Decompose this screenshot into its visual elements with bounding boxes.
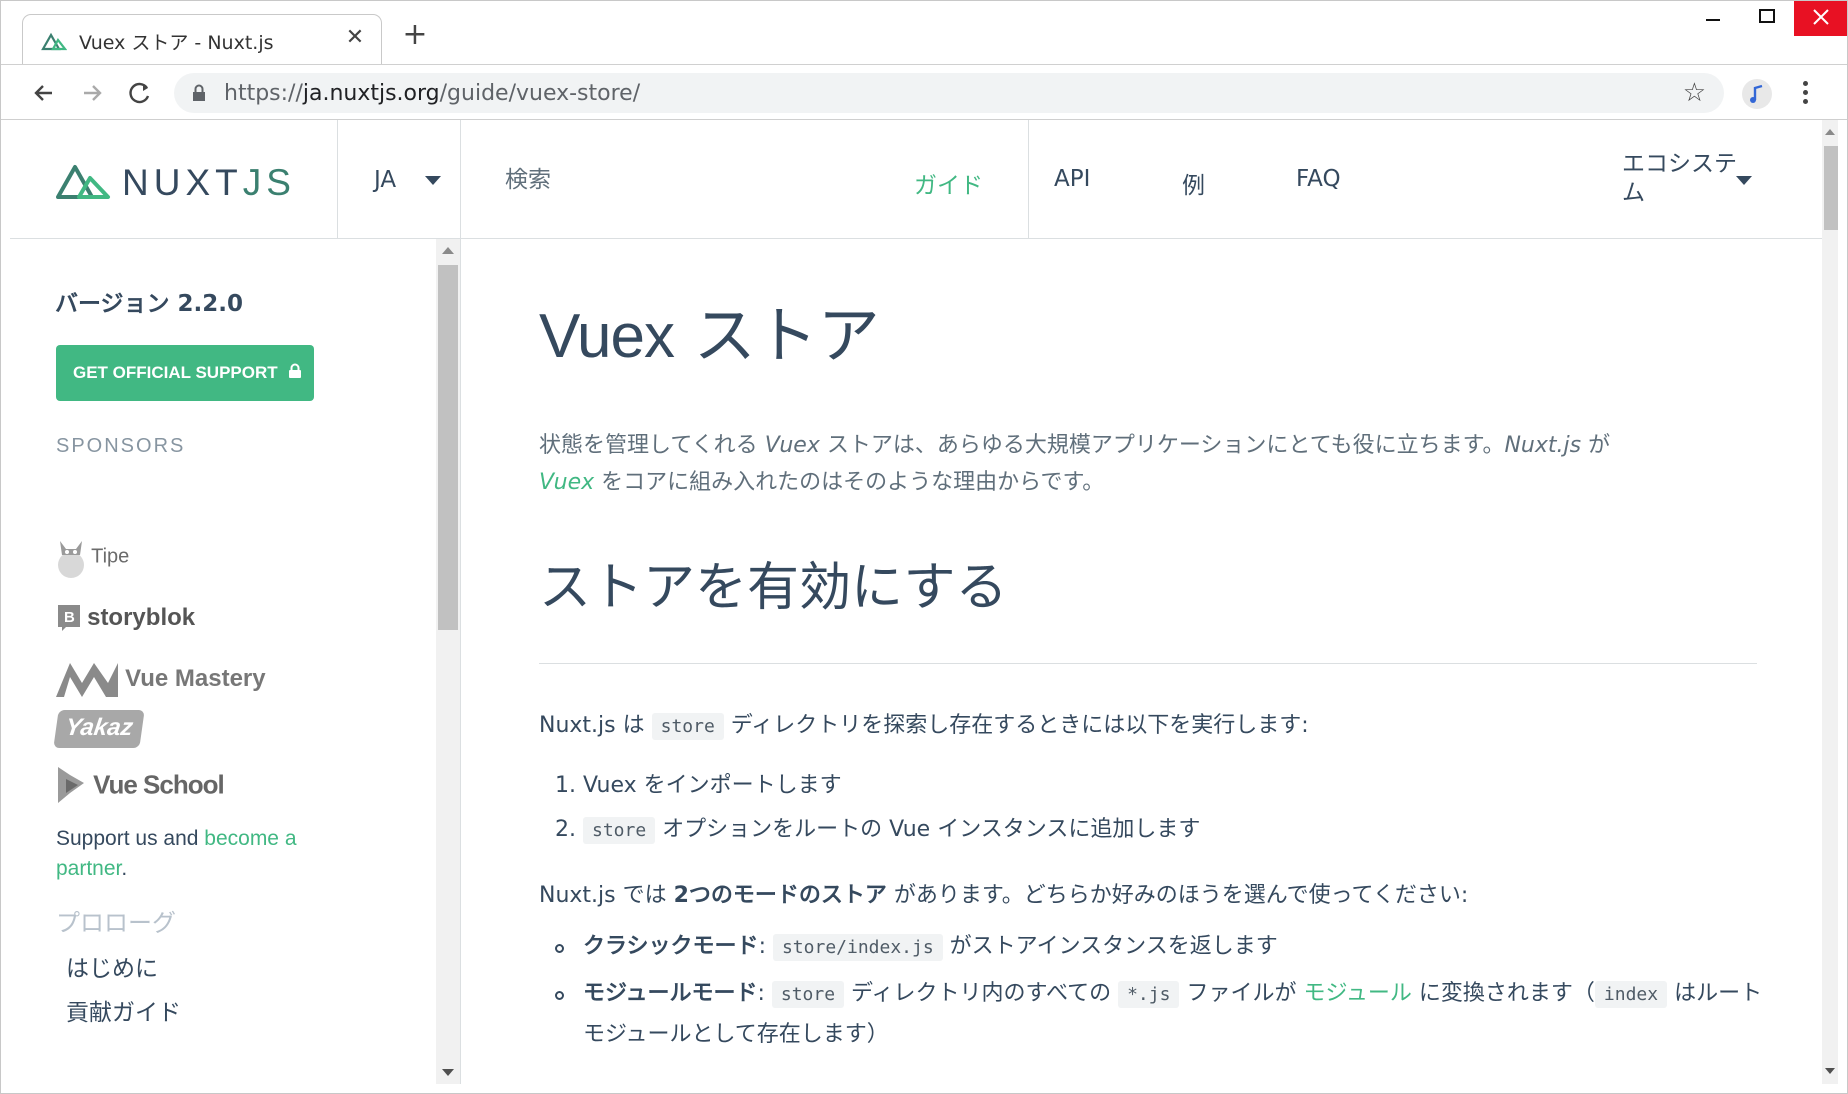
sidebar-item-contribution-guide[interactable]: 貢献ガイド [66,993,181,1027]
sidebar-scroll-thumb[interactable] [438,265,458,630]
list-item-classic-mode: クラシックモード: store/index.js がストアインスタンスを返します [583,934,1278,961]
scroll-down-icon[interactable] [1825,1068,1835,1074]
svg-text:B: B [64,609,75,626]
sponsor-vue-mastery[interactable]: Vue Mastery [56,659,266,699]
vue-mastery-logo-icon [56,663,118,697]
page-title: Vuex ストア [539,299,880,372]
support-button-label: GET OFFICIAL SUPPORT [73,363,278,382]
module-link[interactable]: モジュール [1303,981,1411,1006]
nav-guide[interactable]: ガイド [914,166,983,200]
language-selector[interactable]: JA [338,120,461,239]
page-scroll-thumb[interactable] [1824,146,1838,230]
modes-paragraph: Nuxt.js では 2つのモードのストア があります。どちらか好みのほうを選ん… [539,883,1469,908]
browser-menu-icon[interactable] [1795,77,1815,109]
store-paragraph: Nuxt.js は store ディレクトリを探索し存在するときには以下を実行し… [539,713,1309,740]
scroll-up-icon[interactable] [442,247,454,254]
url-text: https://ja.nuxtjs.org/guide/vuex-store/ [224,81,641,106]
version-label: バージョン 2.2.0 [55,291,244,317]
sponsor-vue-school[interactable]: Vue School [56,765,225,805]
inline-code: index [1594,981,1668,1008]
extension-music-icon[interactable] [1742,79,1772,109]
divider [539,663,1757,664]
intro-paragraph: 状態を管理してくれる Vuex ストアは、あらゆる大規模アプリケーションにとても… [539,433,1611,495]
vuex-link[interactable]: Vuex [539,470,594,495]
sponsor-name: Tipe [91,545,130,568]
browser-tab[interactable]: Vuex ストア - Nuxt.js ✕ [22,14,382,64]
inline-code: store [583,817,656,844]
sponsor-name: storyblok [87,604,196,631]
sponsor-storyblok[interactable]: B storyblok [56,603,195,633]
minimize-button[interactable] [1686,0,1740,36]
lock-icon [193,84,205,101]
sponsors-heading: SPONSORS [56,435,186,457]
close-window-button[interactable] [1794,0,1848,36]
language-label: JA [374,167,397,193]
sidebar-item-introduction[interactable]: はじめに [66,949,158,983]
sponsor-tipe[interactable]: Tipe [56,535,129,579]
forward-button[interactable] [74,75,110,111]
nuxt-favicon-icon [41,32,67,51]
section-heading: ストアを有効にする [539,558,1008,618]
reload-button[interactable] [122,75,158,111]
list-item-module-mode: モジュールモード: store ディレクトリ内のすべての *.js ファイルが … [583,981,1763,1047]
scroll-up-icon[interactable] [1825,129,1835,135]
nav-api[interactable]: API [1054,166,1090,192]
maximize-button[interactable] [1740,0,1794,36]
sponsor-yakaz[interactable]: Yakaz [53,710,145,748]
page-scrollbar[interactable] [1822,120,1838,1084]
lock-icon [289,363,302,378]
forward-arrow-icon [84,85,102,101]
bookmark-star-icon[interactable]: ☆ [1683,78,1706,108]
list-item: 1. Vuex をインポートします [555,773,842,798]
support-text-end: . [121,857,128,880]
close-icon [1813,9,1829,25]
address-bar[interactable]: https://ja.nuxtjs.org/guide/vuex-store/ … [174,73,1724,113]
list-item: 2. store オプションをルートの Vue インスタンスに追加します [555,817,1201,844]
close-tab-icon[interactable]: ✕ [343,25,367,50]
browser-tab-strip: Vuex ストア - Nuxt.js ✕ + [0,0,1848,64]
back-button[interactable] [26,75,62,111]
support-text-label: Support us and [56,827,205,850]
bullet-icon [555,991,564,1000]
maximize-icon [1759,9,1775,23]
browser-toolbar: https://ja.nuxtjs.org/guide/vuex-store/ … [0,64,1848,120]
web-page: NUXTJS JA ガイド API 例 FAQ エコシステム バージョン 2.2… [10,120,1838,1084]
nuxt-logo-icon [56,165,110,199]
support-us-text: Support us and become a partner. [56,824,356,884]
nav-faq[interactable]: FAQ [1296,166,1341,192]
logo-text: NUXTJS [122,162,296,203]
scroll-down-icon[interactable] [442,1069,454,1076]
inline-code: *.js [1118,981,1180,1008]
sidebar: バージョン 2.2.0 GET OFFICIAL SUPPORT SPONSOR… [10,239,461,1084]
nav-ecosystem[interactable]: エコシステム [1622,150,1752,208]
sidebar-section-prologue: プロローグ [56,909,176,937]
storyblok-logo-icon: B [58,605,80,631]
minimize-icon [1706,19,1720,21]
nav-examples[interactable]: 例 [1182,166,1205,200]
logo-link[interactable]: NUXTJS [10,120,338,239]
sponsor-name: Vue Mastery [125,665,266,692]
sponsor-name: Vue School [93,769,225,800]
reload-icon [129,82,150,104]
sponsor-name: Yakaz [63,714,135,741]
caret-down-icon [1736,176,1752,185]
inline-code: store [651,713,724,740]
new-tab-button[interactable]: + [400,20,430,50]
main-content: Vuex ストア 状態を管理してくれる Vuex ストアは、あらゆる大規模アプリ… [461,239,1822,1084]
site-header: NUXTJS JA ガイド API 例 FAQ エコシステム [10,120,1822,239]
back-arrow-icon [34,85,52,101]
tipe-logo-icon [58,541,84,578]
bullet-icon [555,944,564,953]
get-official-support-button[interactable]: GET OFFICIAL SUPPORT [56,345,314,401]
vue-school-logo-icon [58,767,84,803]
inline-code: store [771,981,845,1008]
inline-code: store/index.js [772,934,943,961]
caret-down-icon [425,176,441,185]
tab-title: Vuex ストア - Nuxt.js [79,32,274,54]
